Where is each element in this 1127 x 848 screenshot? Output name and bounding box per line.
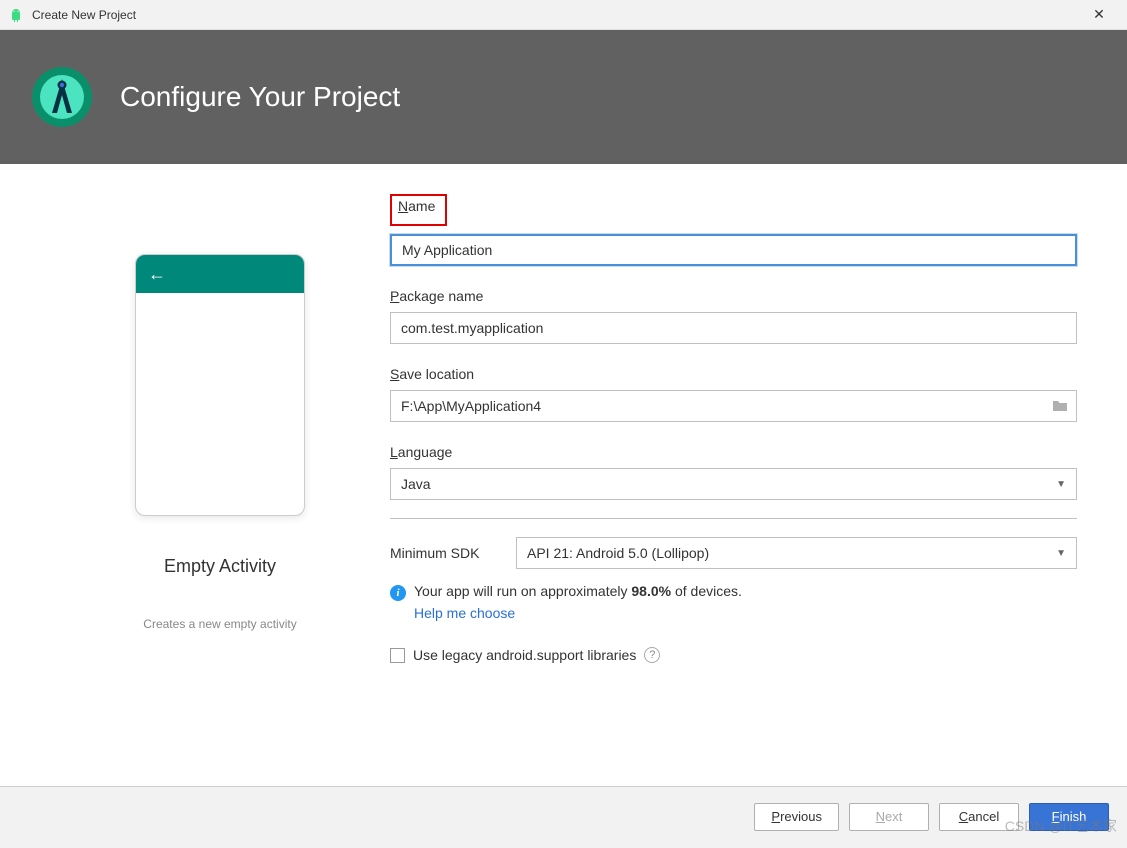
window-close-button[interactable]: ✕: [1079, 1, 1119, 29]
package-label: Package name: [390, 288, 483, 304]
dialog-footer: Previous Next Cancel Finish: [0, 786, 1127, 846]
window-titlebar: Create New Project ✕: [0, 0, 1127, 30]
back-arrow-icon: ←: [148, 264, 166, 285]
help-me-choose-link[interactable]: Help me choose: [414, 605, 1077, 621]
close-icon: ✕: [1093, 6, 1105, 23]
min-sdk-label: Minimum SDK: [390, 545, 500, 561]
previous-button[interactable]: Previous: [754, 803, 839, 831]
phone-topbar: ←: [136, 255, 304, 293]
cancel-button[interactable]: Cancel: [939, 803, 1019, 831]
min-sdk-selected-value: API 21: Android 5.0 (Lollipop): [527, 545, 709, 561]
preview-panel: ← Empty Activity Creates a new empty act…: [50, 194, 390, 766]
name-label-highlight: Name: [390, 194, 447, 226]
help-icon[interactable]: ?: [644, 647, 660, 663]
folder-browse-icon[interactable]: [1051, 397, 1069, 415]
template-title: Empty Activity: [164, 556, 276, 577]
window-title: Create New Project: [32, 8, 1079, 22]
app-icon: [8, 7, 24, 23]
legacy-libraries-label: Use legacy android.support libraries: [413, 647, 636, 663]
content-area: ← Empty Activity Creates a new empty act…: [0, 164, 1127, 786]
legacy-libraries-checkbox[interactable]: [390, 648, 405, 663]
chevron-down-icon: ▼: [1056, 479, 1066, 490]
language-label: Language: [390, 444, 452, 460]
chevron-down-icon: ▼: [1056, 548, 1066, 559]
form-panel: Name Package name Save location Language…: [390, 194, 1077, 766]
page-header: Configure Your Project: [0, 30, 1127, 164]
android-studio-logo-icon: [30, 65, 94, 129]
package-input[interactable]: [390, 312, 1077, 344]
name-input[interactable]: [390, 234, 1077, 266]
save-location-label: Save location: [390, 366, 474, 382]
min-sdk-row: Minimum SDK API 21: Android 5.0 (Lollipo…: [390, 537, 1077, 569]
legacy-libraries-row: Use legacy android.support libraries ?: [390, 647, 1077, 663]
divider: [390, 518, 1077, 519]
next-button: Next: [849, 803, 929, 831]
name-label: Name: [398, 198, 435, 214]
phone-preview: ←: [135, 254, 305, 516]
page-title: Configure Your Project: [120, 81, 400, 113]
min-sdk-select[interactable]: API 21: Android 5.0 (Lollipop) ▼: [516, 537, 1077, 569]
save-location-input[interactable]: [390, 390, 1077, 422]
device-coverage-text: Your app will run on approximately 98.0%…: [414, 583, 742, 599]
language-selected-value: Java: [401, 476, 431, 492]
language-select[interactable]: Java ▼: [390, 468, 1077, 500]
device-coverage-info: i Your app will run on approximately 98.…: [390, 583, 1077, 601]
package-field-group: Package name: [390, 288, 1077, 344]
name-field-group: Name: [390, 194, 1077, 266]
template-description: Creates a new empty activity: [143, 617, 296, 631]
save-location-field-group: Save location: [390, 366, 1077, 422]
finish-button[interactable]: Finish: [1029, 803, 1109, 831]
language-field-group: Language Java ▼: [390, 444, 1077, 500]
info-icon: i: [390, 585, 406, 601]
